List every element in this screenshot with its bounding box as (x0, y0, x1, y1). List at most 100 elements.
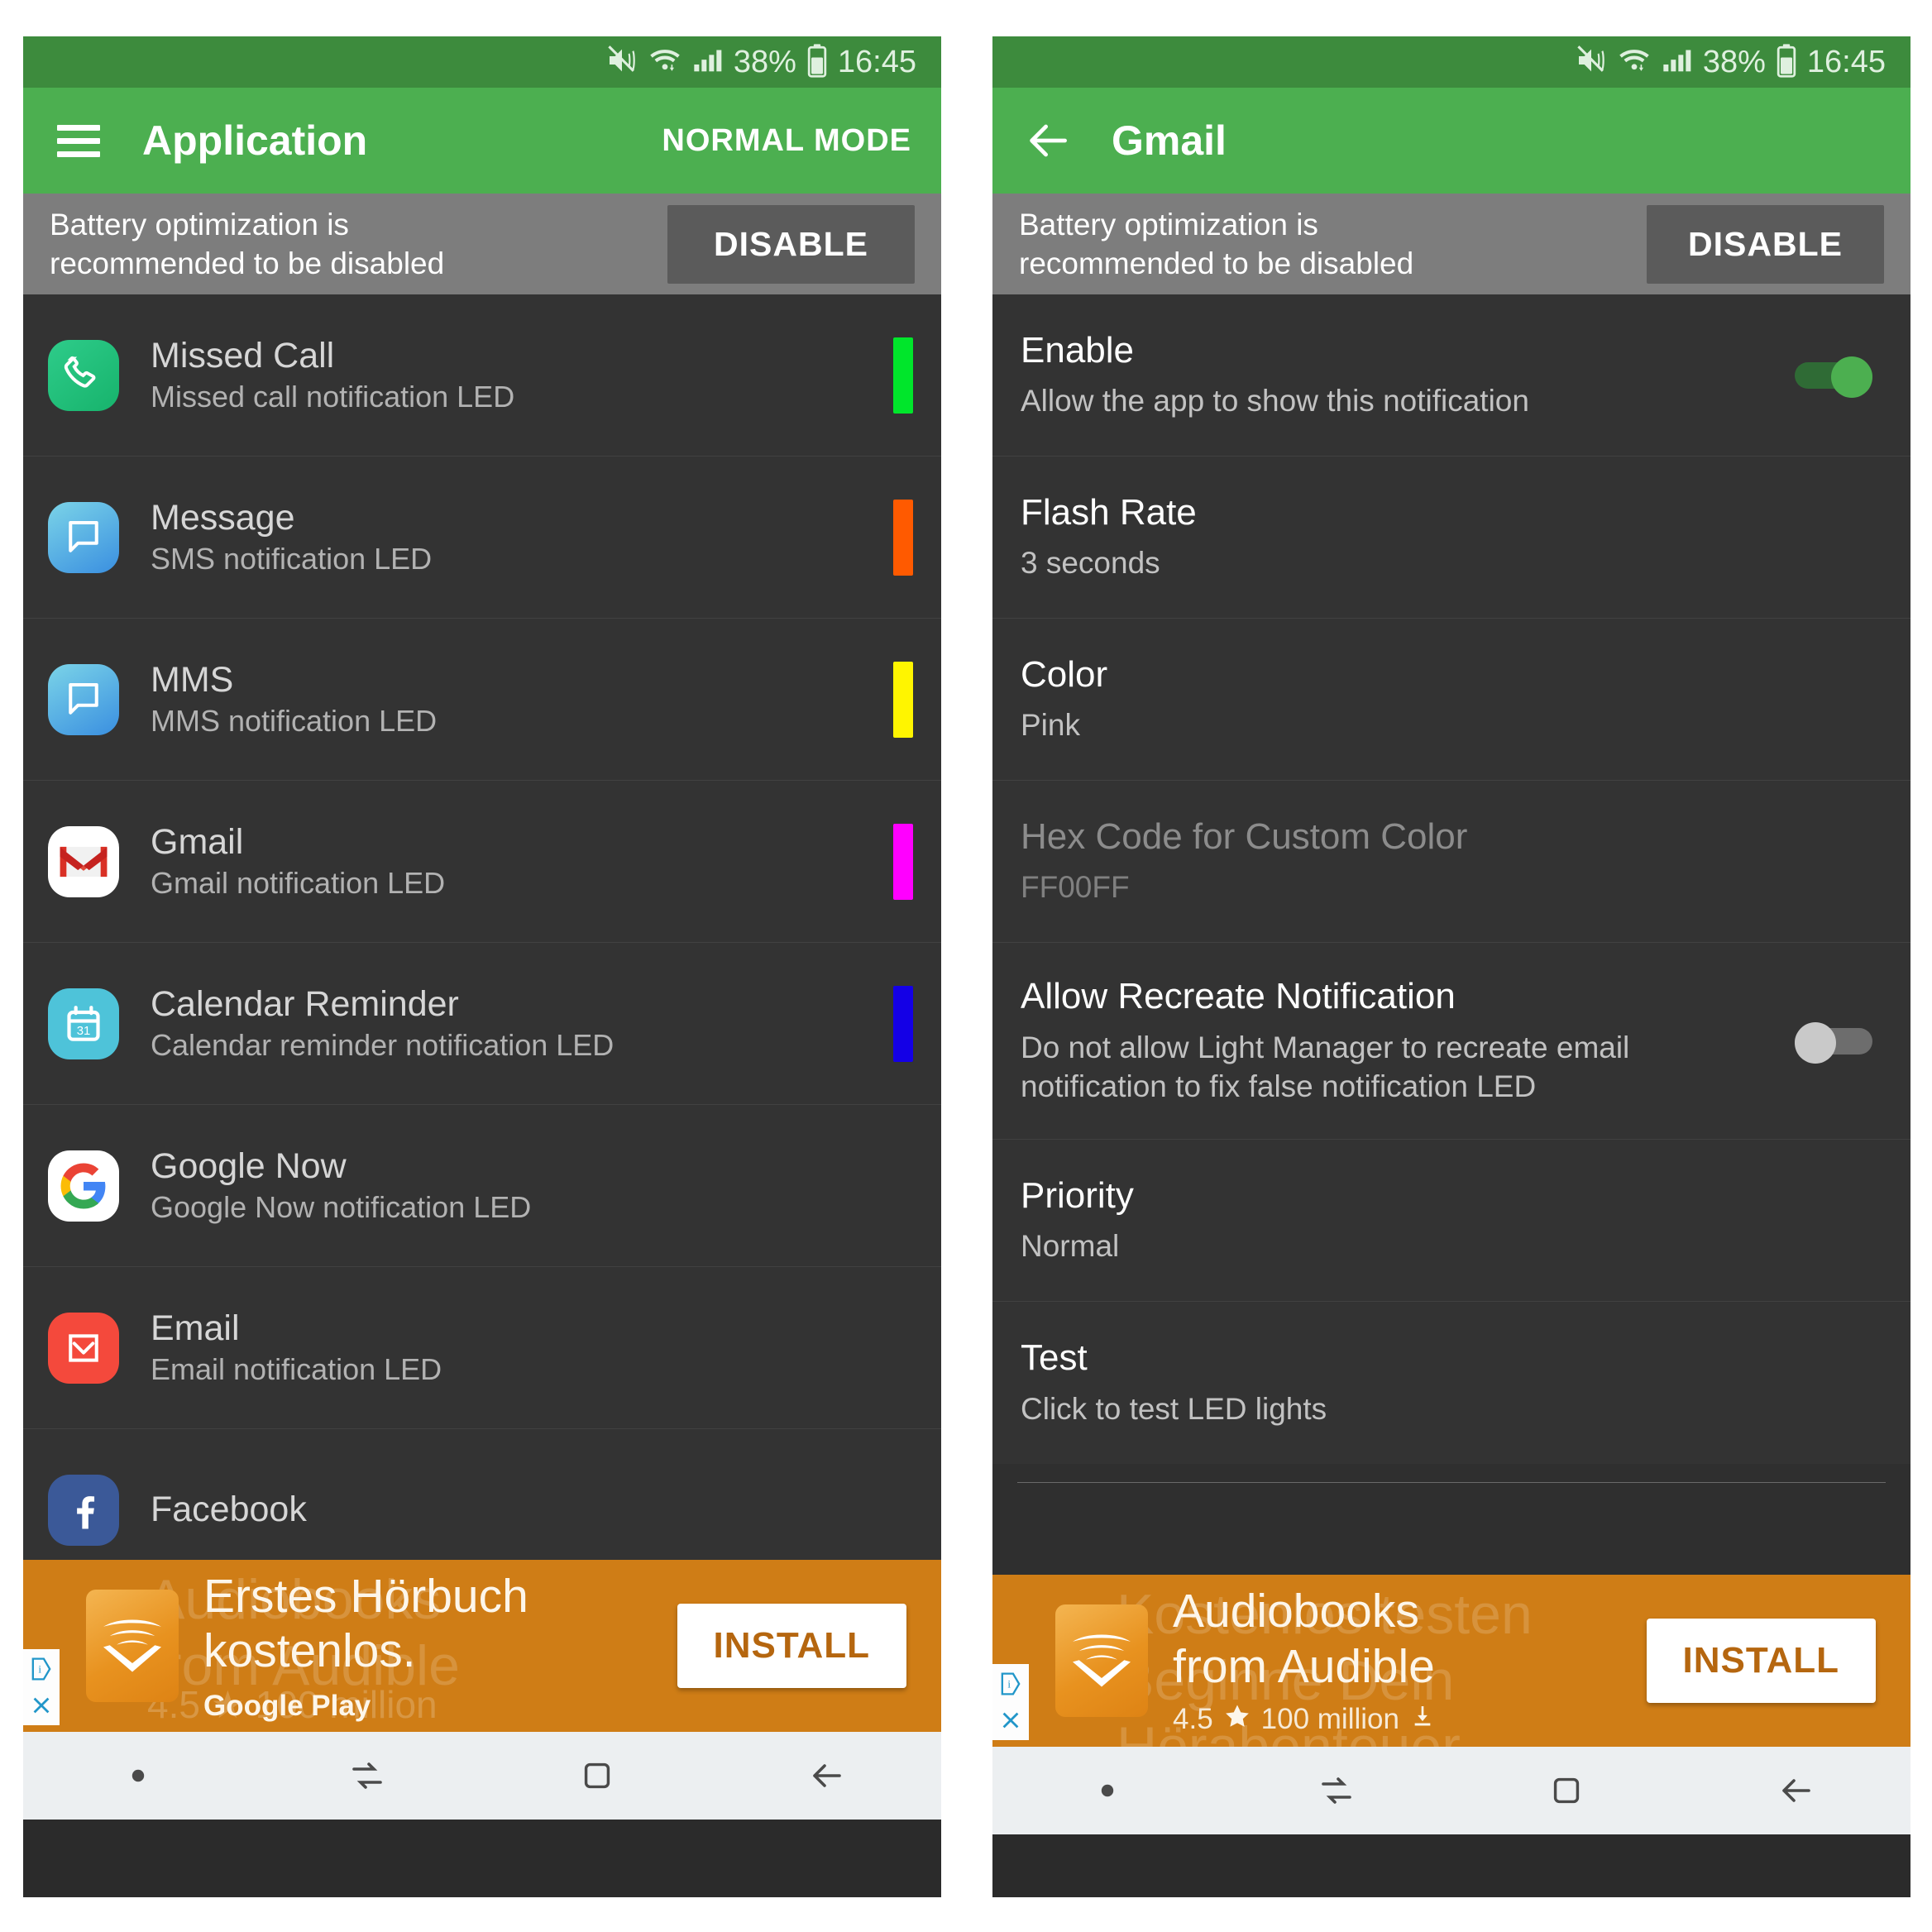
nav-bar-left[interactable] (23, 1732, 941, 1820)
enable-toggle[interactable] (1795, 356, 1872, 398)
ad-badges-left[interactable]: i (23, 1649, 60, 1725)
setting-title: Flash Rate (1021, 491, 1197, 533)
list-item[interactable]: Message SMS notification LED (23, 457, 941, 619)
setting-subtitle: 3 seconds (1021, 546, 1160, 581)
list-item-title: Calendar Reminder (151, 984, 459, 1025)
app-bar-left: Application NORMAL MODE (23, 88, 941, 194)
google-now-icon (48, 1150, 119, 1222)
ad-close-icon[interactable] (996, 1704, 1026, 1737)
arrow-back-icon[interactable] (1022, 115, 1074, 166)
ad-banner-right[interactable]: Kostenlos testen Beginne Dein Hörabenteu… (992, 1575, 1910, 1747)
setting-subtitle: Normal (1021, 1229, 1120, 1264)
application-list[interactable]: Missed Call Missed call notification LED… (23, 294, 941, 1560)
ad-close-icon[interactable] (26, 1689, 56, 1722)
page-title: Application (142, 117, 368, 164)
ad-banner-left[interactable]: Audiobooks from Audible 4.5 ★ 100 millio… (23, 1560, 941, 1732)
back-icon[interactable] (1767, 1762, 1824, 1820)
svg-text:31: 31 (77, 1024, 91, 1038)
setting-row-enable[interactable]: Enable Allow the app to show this notifi… (992, 294, 1910, 457)
setting-row-priority[interactable]: Priority Normal (992, 1140, 1910, 1303)
list-item-subtitle: Google Now notification LED (151, 1190, 532, 1225)
list-item-subtitle: Missed call notification LED (151, 380, 515, 414)
dot-indicator-icon (109, 1747, 167, 1805)
notification-settings-list[interactable]: Enable Allow the app to show this notifi… (992, 294, 1910, 1575)
list-item[interactable]: Google Now Google Now notification LED (23, 1105, 941, 1267)
gmail-icon (48, 825, 119, 897)
phone-missed-call-icon (48, 339, 119, 411)
home-icon[interactable] (568, 1747, 626, 1805)
list-item[interactable]: MMS MMS notification LED (23, 619, 941, 781)
list-divider (1017, 1482, 1886, 1484)
led-color-swatch (893, 823, 913, 900)
setting-title: Enable (1021, 329, 1135, 371)
normal-mode-button[interactable]: NORMAL MODE (662, 123, 911, 159)
toggle-thumb (1831, 356, 1872, 398)
star-icon (1223, 1702, 1251, 1738)
back-icon[interactable] (797, 1747, 855, 1805)
audible-icon (86, 1590, 179, 1702)
setting-title: Color (1021, 653, 1108, 695)
setting-subtitle: Allow the app to show this notification (1021, 384, 1529, 418)
nav-bar-right[interactable] (992, 1747, 1910, 1834)
ad-install-button[interactable]: INSTALL (677, 1604, 906, 1688)
list-item-subtitle: SMS notification LED (151, 542, 433, 576)
left-phone-screen: 38% 16:45 Application NORMAL MODE Batter… (23, 36, 941, 1897)
mute-icon (1575, 44, 1608, 81)
ad-info-icon[interactable]: i (26, 1652, 56, 1686)
facebook-icon (48, 1474, 119, 1546)
battery-icon (806, 43, 829, 82)
mms-message-icon (48, 663, 119, 735)
download-icon (1409, 1703, 1436, 1737)
list-item[interactable]: Missed Call Missed call notification LED (23, 294, 941, 457)
list-item-subtitle: Email notification LED (151, 1352, 442, 1387)
list-item-subtitle: Calendar reminder notification LED (151, 1028, 615, 1063)
dot-indicator-icon (1078, 1762, 1136, 1820)
calendar-icon: 31 (48, 988, 119, 1059)
recents-icon[interactable] (338, 1747, 396, 1805)
setting-row-test[interactable]: Test Click to test LED lights (992, 1302, 1910, 1465)
setting-subtitle: Pink (1021, 708, 1080, 743)
led-color-swatch (893, 499, 913, 576)
ad-install-button[interactable]: INSTALL (1646, 1619, 1876, 1703)
list-item-title: MMS (151, 660, 234, 701)
led-color-swatch (893, 337, 913, 414)
list-item-subtitle: Gmail notification LED (151, 866, 446, 901)
ad-body-left: Erstes Hörbuch kostenlos. Google Play (203, 1569, 528, 1723)
battery-percent-label: 38% (733, 45, 796, 79)
hamburger-menu-icon[interactable] (53, 115, 104, 166)
sms-message-icon (48, 501, 119, 573)
list-item-title: Google Now (151, 1146, 347, 1187)
ad-info-icon[interactable]: i (996, 1667, 1026, 1700)
setting-row-color[interactable]: Color Pink (992, 619, 1910, 781)
status-bar-right: 38% 16:45 (992, 36, 1910, 88)
setting-row-allow-recreate-notification[interactable]: Allow Recreate Notification Do not allow… (992, 943, 1910, 1141)
list-item[interactable]: 31 Calendar Reminder Calendar reminder n… (23, 943, 941, 1105)
toggle-thumb (1795, 1021, 1836, 1064)
setting-subtitle: FF00FF (1021, 870, 1130, 905)
ad-badges-right[interactable]: i (992, 1664, 1029, 1740)
allow-recreate-toggle[interactable] (1795, 1021, 1872, 1064)
clock-label: 16:45 (1806, 45, 1886, 79)
page-title: Gmail (1112, 117, 1227, 164)
battery-icon (1775, 43, 1798, 82)
setting-row-flash-rate[interactable]: Flash Rate 3 seconds (992, 457, 1910, 619)
list-item[interactable]: Gmail Gmail notification LED (23, 781, 941, 943)
screenshot-canvas: 38% 16:45 Application NORMAL MODE Batter… (0, 0, 1932, 1932)
led-color-swatch (893, 661, 913, 738)
disable-button[interactable]: DISABLE (1647, 204, 1884, 284)
recents-icon[interactable] (1308, 1762, 1365, 1820)
list-item[interactable]: Facebook (23, 1429, 941, 1560)
disable-button[interactable]: DISABLE (667, 204, 915, 284)
list-item-title: Gmail (151, 822, 244, 863)
list-item-title: Missed Call (151, 336, 335, 376)
list-item[interactable]: Email Email notification LED (23, 1267, 941, 1429)
audible-icon (1055, 1604, 1148, 1717)
battery-optimization-banner-left: Battery optimization is recommended to b… (23, 194, 941, 294)
wifi-icon (1617, 44, 1652, 81)
right-phone-screen: 38% 16:45 Gmail Battery optimization is … (992, 36, 1910, 1897)
ad-title: Audiobooks from Audible (1173, 1585, 1435, 1693)
home-icon[interactable] (1537, 1762, 1595, 1820)
setting-subtitle: Click to test LED lights (1021, 1391, 1327, 1426)
banner-message: Battery optimization is recommended to b… (50, 207, 445, 280)
setting-title: Priority (1021, 1174, 1134, 1216)
